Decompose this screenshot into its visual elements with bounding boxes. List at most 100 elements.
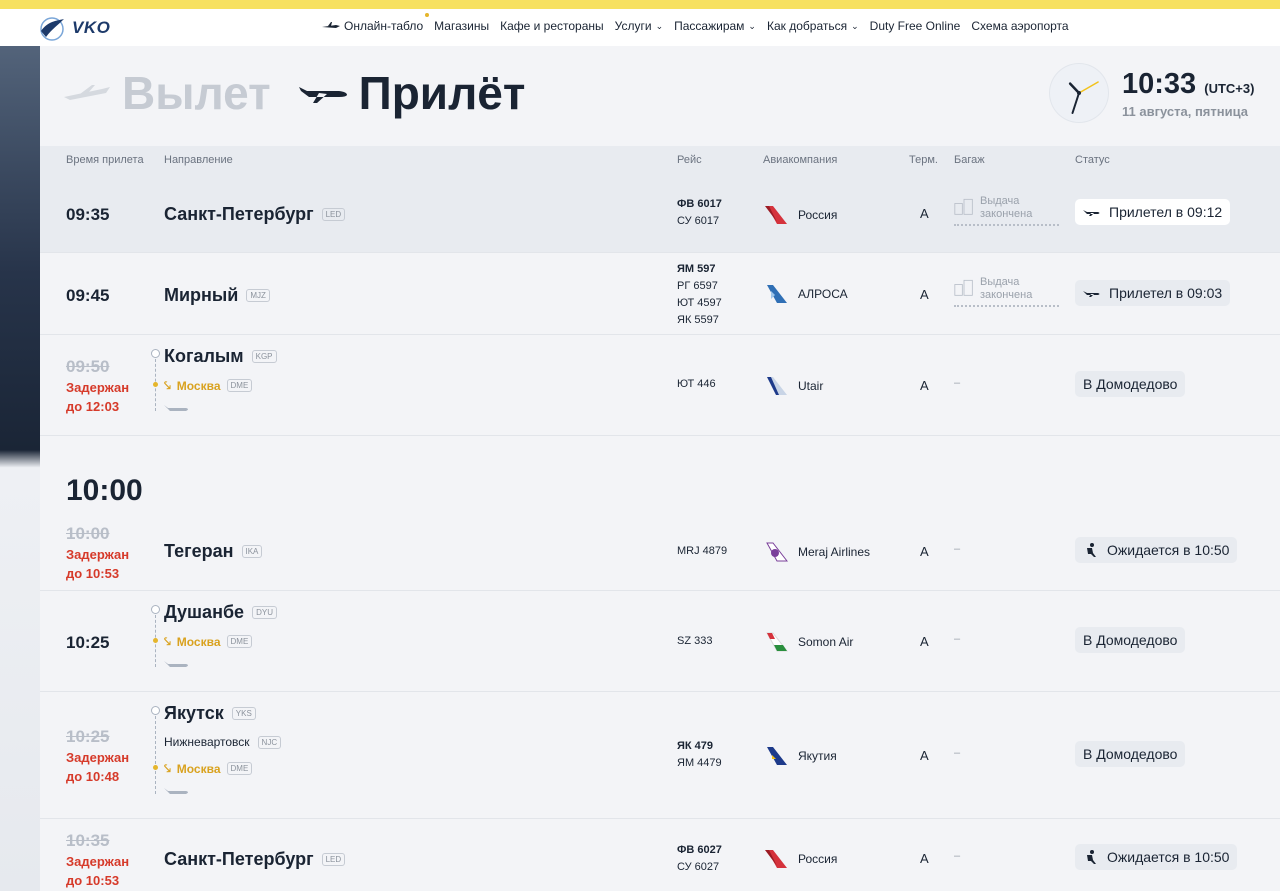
somon-tail-icon xyxy=(766,632,788,652)
table-row[interactable]: 10:35 Задержан до 10:53 Санкт-Петербург LE… xyxy=(40,819,1280,891)
nav-duty-free[interactable]: Duty Free Online xyxy=(870,19,961,33)
baggage-status: – xyxy=(954,543,961,555)
table-row[interactable]: 09:50 Задержан до 12:03 Когалым KGP ⤥ Москв… xyxy=(40,335,1280,436)
status-text: В Домодедово xyxy=(1083,376,1178,392)
nav-passengers[interactable]: Пассажирам ⌄ xyxy=(674,19,756,33)
active-indicator-dot xyxy=(425,13,429,17)
table-row[interactable]: 09:45 Мирный MJZ ЯМ 597 РГ 6597 ЮТ 4597 ЯК 5… xyxy=(40,253,1280,335)
status-badge: Прилетел в 09:12 xyxy=(1075,199,1231,225)
flight-number: SZ 333 xyxy=(677,635,713,647)
flight-numbers: ЯК 479 ЯМ 4479 xyxy=(677,738,722,772)
airline: Россия xyxy=(763,204,837,226)
flight-number: ЮТ 446 xyxy=(677,378,716,390)
nav-cafes[interactable]: Кафе и рестораны xyxy=(500,19,604,33)
airline-name: Якутия xyxy=(798,749,837,763)
flight-number: ЯМ 4479 xyxy=(677,757,722,769)
col-time: Время прилета xyxy=(66,154,144,166)
nav-how-to-get[interactable]: Как добраться ⌄ xyxy=(767,19,859,33)
iata-badge: DME xyxy=(226,762,253,775)
delay-label: Задержан xyxy=(66,380,130,395)
table-row[interactable]: 10:25 Задержан до 10:48 Якутск YKS Нижнева… xyxy=(40,692,1280,819)
destination: Мирный MJZ xyxy=(164,285,270,306)
airline-name: Somon Air xyxy=(798,635,854,649)
landing-plane-icon xyxy=(164,405,188,411)
flight-number: ЯК 5597 xyxy=(677,314,719,326)
destination: Санкт-Петербург LED xyxy=(164,849,346,870)
nav-airport-map[interactable]: Схема аэропорта xyxy=(971,19,1068,33)
baggage-text: Выдача закончена xyxy=(980,276,1033,301)
terminal: A xyxy=(920,748,929,763)
iata-badge: NJC xyxy=(257,735,282,749)
status-badge: В Домодедово xyxy=(1075,627,1186,653)
table-row[interactable]: 09:35 Санкт-Петербург LED ФВ 6017 СУ 6017 … xyxy=(40,176,1280,253)
flight-number: MRJ 4879 xyxy=(677,545,728,557)
flight-number: СУ 6027 xyxy=(677,861,720,873)
status-badge: Ожидается в 10:50 xyxy=(1075,844,1238,870)
delay-info: Задержан до 10:48 xyxy=(66,748,129,786)
destination: Тегеран IKA xyxy=(164,541,263,562)
current-date: 11 августа, пятница xyxy=(1122,104,1248,119)
rossiya-tail-icon xyxy=(765,206,787,224)
flight-board: Вылет Прилёт 10:33 (UTC+3) 11 августа, п… xyxy=(40,46,1280,891)
terminal: A xyxy=(920,634,929,649)
flight-number: РГ 6597 xyxy=(677,280,718,292)
delay-until: до 10:48 xyxy=(66,769,120,784)
delay-info: Задержан до 10:53 xyxy=(66,545,129,583)
city-name: Когалым xyxy=(164,346,244,366)
iata-badge: DYU xyxy=(252,606,277,619)
luggage-icon xyxy=(954,279,973,296)
transfer-icon: ⤥ xyxy=(164,378,171,392)
route-line xyxy=(155,716,156,794)
nav-shops-label: Магазины xyxy=(434,19,490,33)
status-badge: Ожидается в 10:50 xyxy=(1075,537,1238,563)
tab-departure[interactable]: Вылет xyxy=(62,66,271,120)
city-name: Санкт-Петербург xyxy=(164,849,314,869)
baggage-status: – xyxy=(954,747,961,759)
baggage-status: – xyxy=(954,377,961,389)
tab-arrival[interactable]: Прилёт xyxy=(297,66,525,120)
utair-tail-icon xyxy=(767,377,787,395)
nav-online-board[interactable]: Онлайн-табло xyxy=(322,13,429,33)
arrived-plane-icon xyxy=(1083,291,1100,297)
table-row[interactable]: 10:25 Душанбе DYU ⤥ Москва DME SZ 333 Somon… xyxy=(40,591,1280,692)
transfer: ⤥ Москва DME xyxy=(164,634,253,649)
col-status: Статус xyxy=(1075,154,1110,166)
status-badge: В Домодедово xyxy=(1075,741,1186,767)
table-row[interactable]: 10:00 Задержан до 10:53 Тегеран IKA MRJ 48… xyxy=(40,516,1280,591)
vko-logo[interactable]: VKO xyxy=(38,15,110,41)
terminal: A xyxy=(920,206,929,221)
status-text: Прилетел в 09:03 xyxy=(1109,285,1223,301)
route-start-icon xyxy=(151,349,160,358)
col-baggage: Багаж xyxy=(954,154,985,166)
luggage-icon xyxy=(954,198,973,215)
flight-numbers: SZ 333 xyxy=(677,633,712,650)
airline-name: Utair xyxy=(798,379,824,393)
delay-label: Задержан xyxy=(66,547,130,562)
status-text: Ожидается в 10:50 xyxy=(1107,542,1230,558)
status-text: В Домодедово xyxy=(1083,632,1178,648)
plane-icon xyxy=(322,22,340,28)
flight-number: ФВ 6017 xyxy=(677,198,722,210)
route-start-icon xyxy=(151,706,160,715)
transfer-dot xyxy=(153,382,158,387)
col-terminal: Терм. xyxy=(909,154,938,166)
nav-shops[interactable]: Магазины xyxy=(434,19,489,33)
transfer: ⤥ Москва DME xyxy=(164,378,253,393)
city-name: Мирный xyxy=(164,285,239,305)
transfer-city: Москва xyxy=(176,761,221,776)
airline: Россия xyxy=(763,848,837,870)
airline: Somon Air xyxy=(763,631,853,653)
transfer: ⤥ Москва DME xyxy=(164,761,253,776)
airline: Utair xyxy=(763,375,823,397)
city-name: Якутск xyxy=(164,703,224,723)
landing-plane-icon xyxy=(164,788,188,794)
airline-name: АЛРОСА xyxy=(798,287,848,301)
nav-services[interactable]: Услуги ⌄ xyxy=(615,19,663,33)
chevron-down-icon: ⌄ xyxy=(851,20,859,31)
terminal: A xyxy=(920,544,929,559)
bird-logo-icon xyxy=(40,17,64,41)
airline-name: Meraj Airlines xyxy=(798,545,871,559)
nav-how-to-get-label: Как добраться xyxy=(766,19,848,33)
scheduled-time-crossed: 10:25 xyxy=(66,727,110,746)
scheduled-time: 09:35 xyxy=(66,205,110,224)
